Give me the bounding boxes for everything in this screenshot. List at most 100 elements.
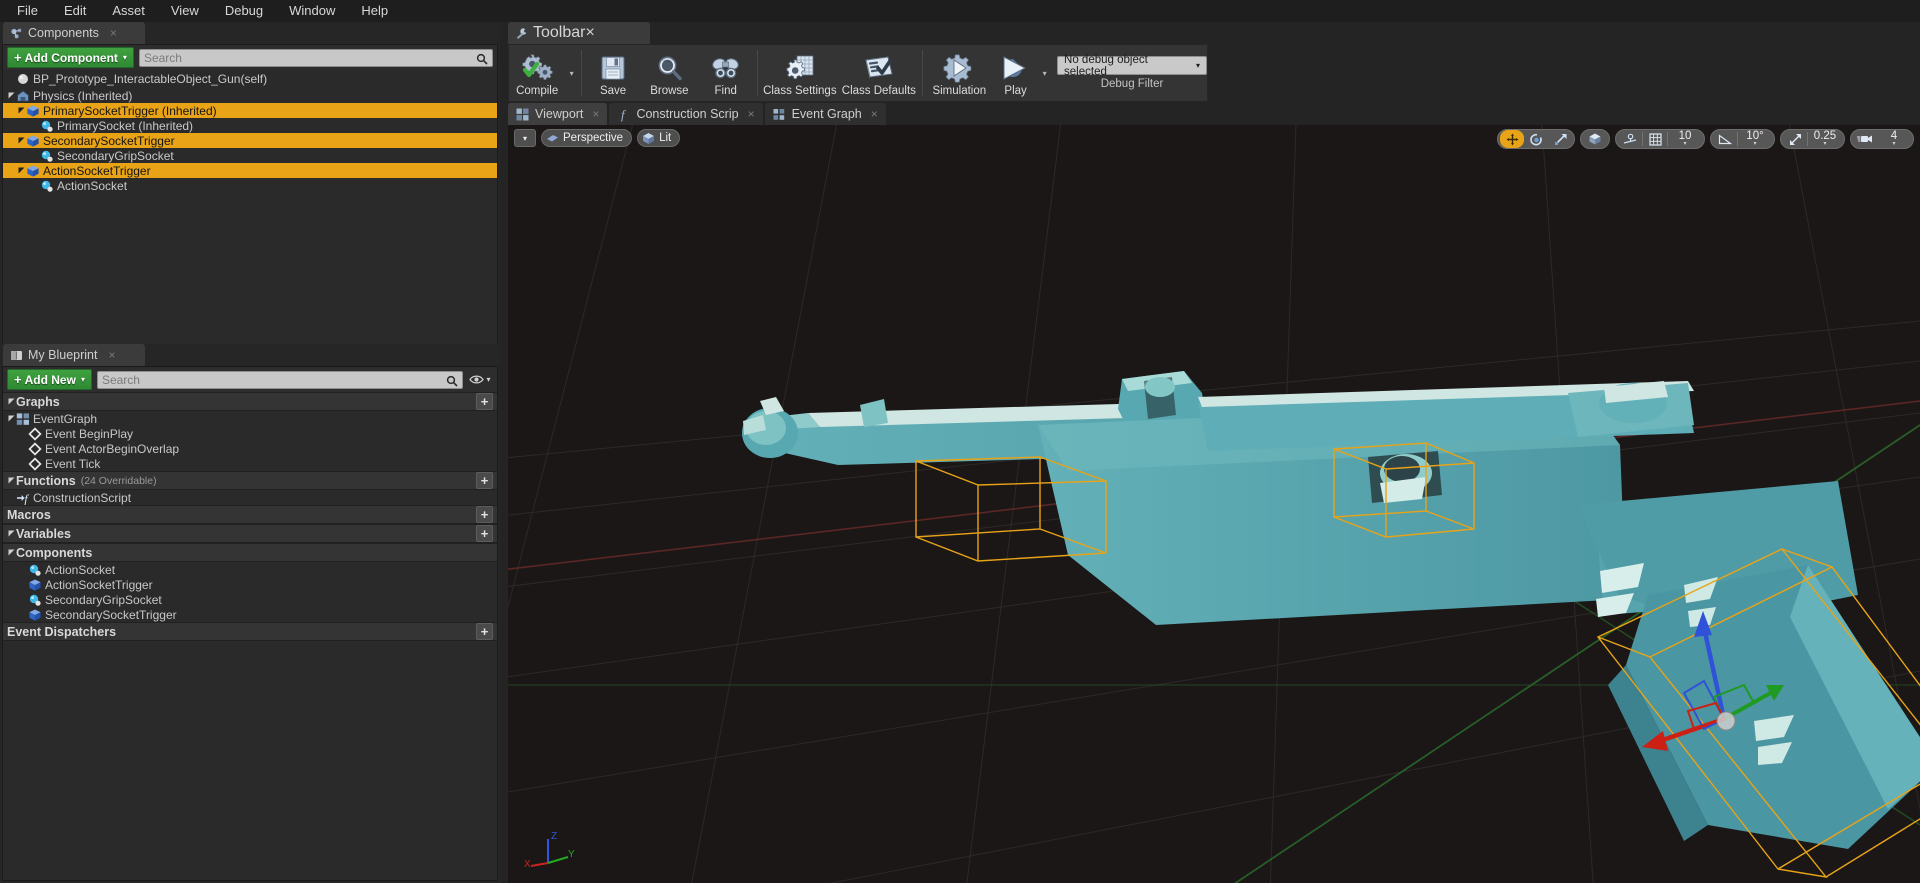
menu-item-asset[interactable]: Asset xyxy=(99,1,158,21)
event-graph-icon xyxy=(16,412,30,426)
viewport-3d[interactable]: Z Y X ▾ Perspective Lit 10 ▾ 10° ▾ 0.25 … xyxy=(508,125,1920,883)
my-blueprint-row[interactable]: SecondaryGripSocket xyxy=(3,592,497,607)
play-dropdown-button[interactable]: ▾ xyxy=(1038,45,1051,101)
compile-button[interactable]: Compile xyxy=(509,45,565,101)
my-blueprint-row[interactable]: ActionSocket xyxy=(3,562,497,577)
grid-snap-icon[interactable] xyxy=(1643,130,1667,148)
menu-item-view[interactable]: View xyxy=(158,1,212,21)
tab-toolbar[interactable]: Toolbar × xyxy=(508,22,650,44)
expand-arrow-icon[interactable] xyxy=(7,88,16,103)
section-add-button[interactable]: + xyxy=(476,623,493,640)
close-icon[interactable]: × xyxy=(585,24,594,42)
visibility-toggle-button[interactable]: ▾ xyxy=(467,370,493,389)
menu-item-help[interactable]: Help xyxy=(348,1,401,21)
section-add-button[interactable]: + xyxy=(476,393,493,410)
browse-button[interactable]: Browse xyxy=(641,45,697,101)
components-icon xyxy=(10,27,23,40)
translate-gizmo-icon[interactable] xyxy=(1500,130,1524,148)
add-new-button[interactable]: + Add New ▾ xyxy=(7,369,92,390)
menu-item-file[interactable]: File xyxy=(4,1,51,21)
find-button[interactable]: Find xyxy=(698,45,754,101)
section-add-button[interactable]: + xyxy=(476,506,493,523)
my-blueprint-section-header[interactable]: Variables + xyxy=(3,524,497,543)
viewport-options-menu-button[interactable]: ▾ xyxy=(514,129,536,147)
scale-snap-icon[interactable] xyxy=(1783,130,1807,148)
component-tree-row[interactable]: SecondarySocketTrigger xyxy=(3,133,497,148)
expand-arrow-icon[interactable] xyxy=(7,394,16,409)
tab-components-label: Components xyxy=(28,26,99,40)
my-blueprint-section-header[interactable]: Event Dispatchers + xyxy=(3,622,497,641)
component-root-row[interactable]: BP_Prototype_InteractableObject_Gun(self… xyxy=(3,70,497,88)
rotation-snap-icon[interactable] xyxy=(1713,130,1737,148)
components-search-input[interactable]: Search xyxy=(138,48,493,67)
camera-mode-button[interactable]: Perspective xyxy=(541,129,633,147)
coord-space-group xyxy=(1580,129,1610,149)
my-blueprint-search-input[interactable]: Search xyxy=(96,370,463,389)
my-blueprint-row[interactable]: Event Tick xyxy=(3,456,497,471)
menu-item-edit[interactable]: Edit xyxy=(51,1,99,21)
my-blueprint-row[interactable]: Event ActorBeginOverlap xyxy=(3,441,497,456)
class-defaults-button[interactable]: Class Defaults xyxy=(839,45,919,101)
my-blueprint-row[interactable]: EventGraph xyxy=(3,411,497,426)
expand-arrow-icon[interactable] xyxy=(7,473,16,488)
close-icon[interactable]: × xyxy=(748,107,755,121)
my-blueprint-section-header[interactable]: Functions (24 Overridable) + xyxy=(3,471,497,490)
tab-components[interactable]: Components × xyxy=(3,22,145,44)
world-space-icon[interactable] xyxy=(1583,130,1607,148)
close-icon[interactable]: × xyxy=(110,26,117,40)
my-blueprint-section-header[interactable]: Macros + xyxy=(3,505,497,524)
simulation-button[interactable]: Simulation xyxy=(926,45,993,101)
class-settings-icon xyxy=(785,52,815,84)
tab-construction-script[interactable]: f Construction Scrip × xyxy=(609,103,763,125)
component-tree-row[interactable]: ActionSocket xyxy=(3,178,497,193)
component-tree-row[interactable]: PrimarySocket (Inherited) xyxy=(3,118,497,133)
expand-arrow-icon[interactable] xyxy=(17,103,26,118)
section-add-button[interactable]: + xyxy=(476,472,493,489)
tab-my-blueprint-label: My Blueprint xyxy=(28,348,98,362)
play-button[interactable]: Play xyxy=(993,45,1038,101)
my-blueprint-section-header[interactable]: Components xyxy=(3,543,497,562)
component-tree-row[interactable]: SecondaryGripSocket xyxy=(3,148,497,163)
tab-event-graph[interactable]: Event Graph × xyxy=(764,103,886,125)
menu-item-debug[interactable]: Debug xyxy=(212,1,276,21)
component-tree-row[interactable]: Physics (Inherited) xyxy=(3,88,497,103)
my-blueprint-row[interactable]: f ConstructionScript xyxy=(3,490,497,505)
rotate-gizmo-icon[interactable] xyxy=(1524,130,1548,148)
expand-arrow-icon[interactable] xyxy=(7,545,16,560)
box-collision-icon xyxy=(26,164,40,178)
my-blueprint-row[interactable]: ActionSocketTrigger xyxy=(3,577,497,592)
my-blueprint-section-header[interactable]: Graphs + xyxy=(3,392,497,411)
camera-speed-icon[interactable] xyxy=(1853,130,1877,148)
expand-arrow-icon[interactable] xyxy=(7,526,16,541)
section-title: Event Dispatchers xyxy=(7,624,117,639)
camera-speed-value-button[interactable]: 4 ▾ xyxy=(1877,130,1911,148)
expand-arrow-icon[interactable] xyxy=(17,133,26,148)
debug-object-select[interactable]: No debug object selected ▾ xyxy=(1057,54,1208,78)
my-blueprint-row[interactable]: Event BeginPlay xyxy=(3,426,497,441)
grid-snap-value-button[interactable]: 10 ▾ xyxy=(1668,130,1702,148)
tab-viewport[interactable]: Viewport × xyxy=(508,103,608,125)
save-button[interactable]: Save xyxy=(585,45,641,101)
scale-snap-value-button[interactable]: 0.25 ▾ xyxy=(1808,130,1842,148)
tab-my-blueprint[interactable]: My Blueprint × xyxy=(3,344,145,366)
component-tree-label: PrimarySocket (Inherited) xyxy=(57,118,194,133)
scale-gizmo-icon[interactable] xyxy=(1548,130,1572,148)
expand-arrow-icon[interactable] xyxy=(7,411,16,426)
rotation-snap-value-button[interactable]: 10° ▾ xyxy=(1738,130,1772,148)
surface-snap-icon[interactable] xyxy=(1618,130,1642,148)
add-component-button[interactable]: + Add Component ▾ xyxy=(7,47,134,68)
chevron-down-icon: ▾ xyxy=(1823,141,1827,147)
component-tree-row[interactable]: ActionSocketTrigger xyxy=(3,163,497,178)
view-mode-button[interactable]: Lit xyxy=(637,129,681,147)
expand-arrow-icon[interactable] xyxy=(17,163,26,178)
section-add-button[interactable]: + xyxy=(476,525,493,542)
compile-dropdown-button[interactable]: ▾ xyxy=(565,45,578,101)
menu-item-window[interactable]: Window xyxy=(276,1,348,21)
class-settings-button[interactable]: Class Settings xyxy=(761,45,839,101)
component-tree-row[interactable]: PrimarySocketTrigger (Inherited) xyxy=(3,103,497,118)
axis-y-label: Y xyxy=(568,849,575,860)
my-blueprint-row[interactable]: SecondarySocketTrigger xyxy=(3,607,497,622)
close-icon[interactable]: × xyxy=(592,107,599,121)
close-icon[interactable]: × xyxy=(108,348,115,362)
close-icon[interactable]: × xyxy=(871,107,878,121)
